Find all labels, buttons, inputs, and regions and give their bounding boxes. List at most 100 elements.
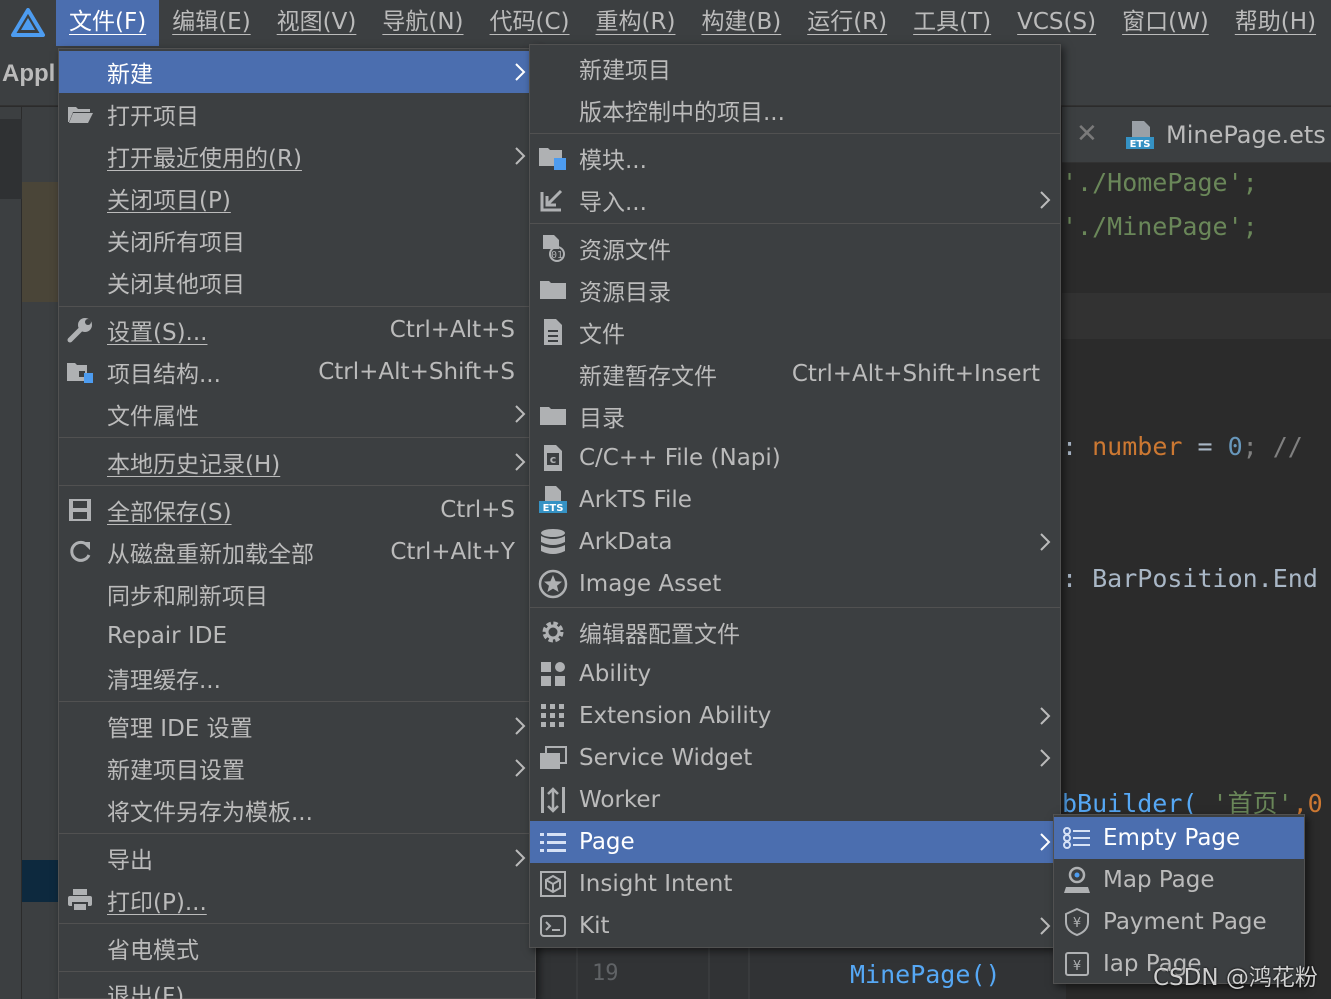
file-menu-save-all[interactable]: 全部保存(S) Ctrl+S <box>59 489 535 531</box>
app-logo-icon <box>0 0 56 46</box>
module-icon <box>538 143 568 173</box>
code-line: './MinePage'; <box>1062 212 1258 241</box>
chevron-right-icon <box>1040 533 1051 551</box>
new-menu-scratch-file[interactable]: 新建暂存文件 Ctrl+Alt+Shift+Insert <box>530 353 1060 395</box>
menubar-tools[interactable]: 工具(T) <box>900 0 1004 46</box>
payment-icon: ¥ <box>1062 907 1092 937</box>
new-menu-arkts-file[interactable]: ETS ArkTS File <box>530 479 1060 521</box>
close-tab-icon[interactable]: ✕ <box>1076 119 1098 149</box>
chevron-right-icon <box>1040 707 1051 725</box>
gear-icon <box>538 617 568 647</box>
file-menu-manage-ide-settings[interactable]: 管理 IDE 设置 <box>59 705 535 747</box>
menubar-file[interactable]: 文件(F) <box>56 0 160 46</box>
page-menu-empty-page[interactable]: Empty Page <box>1054 817 1304 859</box>
new-menu-service-widget[interactable]: Service Widget <box>530 737 1060 779</box>
new-menu-file[interactable]: 文件 <box>530 311 1060 353</box>
new-menu-image-asset[interactable]: Image Asset <box>530 563 1060 605</box>
file-menu-exit[interactable]: 退出(F) <box>59 973 535 999</box>
save-icon <box>65 495 95 525</box>
project-panel <box>22 107 58 999</box>
payment-icon: ¥ <box>1062 949 1092 979</box>
menu-separator <box>530 133 1060 134</box>
file-menu-close-other-projects[interactable]: 关闭其他项目 <box>59 261 535 303</box>
new-submenu: 新建项目 版本控制中的项目... 模块... 导入... 01 资源文件 资源目… <box>529 44 1061 948</box>
file-menu-sync-refresh[interactable]: 同步和刷新项目 <box>59 573 535 615</box>
new-menu-project-from-vcs[interactable]: 版本控制中的项目... <box>530 89 1060 131</box>
new-menu-ability[interactable]: Ability <box>530 653 1060 695</box>
new-menu-kit[interactable]: Kit <box>530 905 1060 947</box>
folder-icon <box>538 275 568 305</box>
ets-file-icon: ETS <box>1124 119 1156 155</box>
new-menu-page[interactable]: Page <box>530 821 1060 863</box>
new-menu-resource-directory[interactable]: 资源目录 <box>530 269 1060 311</box>
c-file-icon: c <box>538 443 568 473</box>
wrench-icon <box>65 315 95 345</box>
chevron-right-icon <box>1040 917 1051 935</box>
file-menu-invalidate-caches[interactable]: 清理缓存... <box>59 657 535 699</box>
chevron-right-icon <box>515 849 526 867</box>
file-menu-close-project[interactable]: 关闭项目(P) <box>59 177 535 219</box>
new-menu-insight-intent[interactable]: Insight Intent <box>530 863 1060 905</box>
chevron-right-icon <box>515 63 526 81</box>
file-menu-open-recent[interactable]: 打开最近使用的(R) <box>59 135 535 177</box>
menubar-edit[interactable]: 编辑(E) <box>159 0 263 46</box>
project-tool-tab[interactable] <box>0 119 22 199</box>
file-menu-export[interactable]: 导出 <box>59 837 535 879</box>
new-menu-directory[interactable]: 目录 <box>530 395 1060 437</box>
code-line: : number = 0; // <box>1062 432 1303 461</box>
watermark: CSDN @鸿花粉 <box>1153 965 1318 991</box>
tool-window-strip <box>0 107 22 999</box>
folder-open-icon <box>65 99 95 129</box>
file-menu-settings[interactable]: 设置(S)... Ctrl+Alt+S <box>59 309 535 351</box>
cube-icon <box>538 869 568 899</box>
file-menu-close-all-projects[interactable]: 关闭所有项目 <box>59 219 535 261</box>
new-menu-new-project[interactable]: 新建项目 <box>530 47 1060 89</box>
file-menu-save-as-template[interactable]: 将文件另存为模板... <box>59 789 535 831</box>
file-menu-local-history[interactable]: 本地历史记录(H) <box>59 441 535 483</box>
file-menu-power-save-mode[interactable]: 省电模式 <box>59 927 535 969</box>
new-menu-editorconfig[interactable]: 编辑器配置文件 <box>530 611 1060 653</box>
new-menu-import[interactable]: 导入... <box>530 179 1060 221</box>
new-menu-arkdata[interactable]: ArkData <box>530 521 1060 563</box>
file-menu-file-properties[interactable]: 文件属性 <box>59 393 535 435</box>
file-menu-project-structure[interactable]: 项目结构... Ctrl+Alt+Shift+S <box>59 351 535 393</box>
menubar-vcs[interactable]: VCS(S) <box>1004 0 1109 46</box>
new-menu-resource-file[interactable]: 01 资源文件 <box>530 227 1060 269</box>
project-name[interactable]: Appl <box>2 60 55 88</box>
menu-separator <box>59 485 535 486</box>
map-pin-icon <box>1062 865 1092 895</box>
menubar-run[interactable]: 运行(R) <box>794 0 900 46</box>
svg-text:ETS: ETS <box>543 503 564 514</box>
file-menu-new[interactable]: 新建 <box>59 51 535 93</box>
editor-tab-label[interactable]: MinePage.ets <box>1166 121 1326 149</box>
file-menu-print[interactable]: 打印(P)... <box>59 879 535 921</box>
menubar-refactor[interactable]: 重构(R) <box>583 0 689 46</box>
new-menu-extension-ability[interactable]: Extension Ability <box>530 695 1060 737</box>
editor-current-line <box>1062 293 1331 339</box>
file-menu-repair-ide[interactable]: Repair IDE <box>59 615 535 657</box>
file-menu-reload-all[interactable]: 从磁盘重新加载全部 Ctrl+Alt+Y <box>59 531 535 573</box>
menubar-help[interactable]: 帮助(H) <box>1222 0 1329 46</box>
project-tree-selection <box>22 860 58 902</box>
page-menu-payment-page[interactable]: ¥ Payment Page <box>1054 901 1304 943</box>
svg-text:c: c <box>550 453 557 466</box>
line-number: 19 <box>592 961 619 986</box>
new-menu-c-file[interactable]: c C/C++ File (Napi) <box>530 437 1060 479</box>
import-icon <box>538 185 568 215</box>
menubar-code[interactable]: 代码(C) <box>477 0 583 46</box>
menubar-window[interactable]: 窗口(W) <box>1109 0 1222 46</box>
chevron-right-icon <box>515 405 526 423</box>
ability-icon <box>538 659 568 689</box>
menu-separator <box>59 306 535 307</box>
menubar-navigate[interactable]: 导航(N) <box>369 0 476 46</box>
new-menu-module[interactable]: 模块... <box>530 137 1060 179</box>
new-menu-worker[interactable]: Worker <box>530 779 1060 821</box>
menubar-view[interactable]: 视图(V) <box>264 0 370 46</box>
page-menu-map-page[interactable]: Map Page <box>1054 859 1304 901</box>
menu-separator <box>59 701 535 702</box>
menubar-build[interactable]: 构建(B) <box>688 0 794 46</box>
terminal-icon <box>538 911 568 941</box>
file-menu: 新建 打开项目 打开最近使用的(R) 关闭项目(P) 关闭所有项目 关闭其他项目… <box>58 48 536 999</box>
file-menu-open-project[interactable]: 打开项目 <box>59 93 535 135</box>
file-menu-new-project-settings[interactable]: 新建项目设置 <box>59 747 535 789</box>
